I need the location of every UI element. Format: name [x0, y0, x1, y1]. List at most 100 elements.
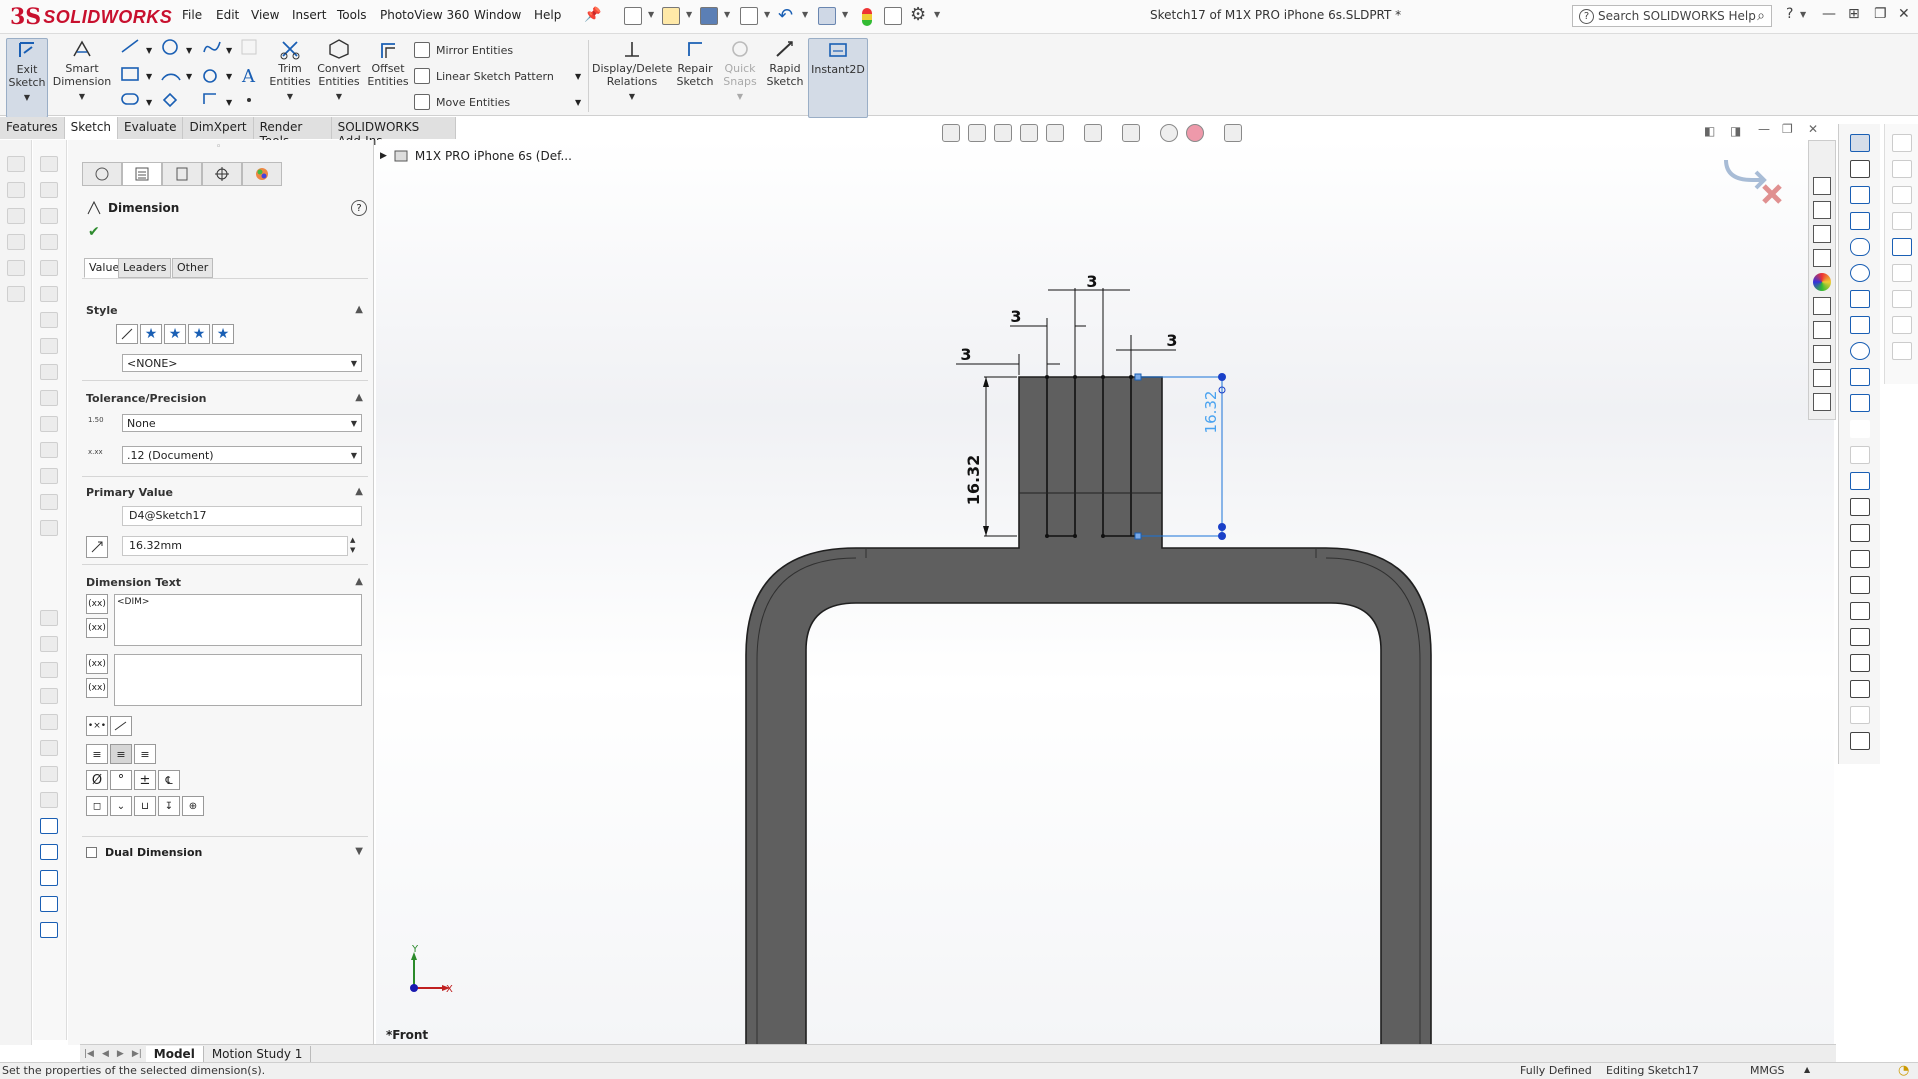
units-dropdown-arrow[interactable]: ▲ [1804, 1065, 1810, 1074]
arc-tool-dropdown-arrow[interactable]: ▼ [186, 72, 192, 81]
dimxpert-manager-tab[interactable] [202, 162, 242, 186]
menu-file[interactable]: File [182, 8, 202, 22]
mirror-entities-button[interactable]: Mirror Entities [414, 42, 513, 58]
rectangle-small-icon[interactable] [1850, 212, 1870, 230]
subtab-leaders[interactable]: Leaders [118, 258, 172, 278]
tab-scroll-first-icon[interactable]: |◀ [80, 1049, 98, 1059]
design-library-icon[interactable] [1813, 225, 1831, 243]
sketch-fillet-icon[interactable] [40, 818, 58, 834]
quick-snaps-dropdown-arrow[interactable]: ▼ [718, 90, 762, 103]
search-help-field[interactable]: ? Search SOLIDWORKS Help ⌕ [1572, 5, 1772, 27]
circle-small-icon[interactable] [1850, 264, 1870, 282]
trim-dropdown-arrow[interactable]: ▼ [268, 90, 312, 103]
hole-icon[interactable] [40, 416, 58, 432]
pattern-dropdown-arrow[interactable]: ▼ [575, 72, 581, 81]
help-dropdown-arrow[interactable]: ▼ [1800, 10, 1806, 19]
offset-small-icon[interactable] [1850, 550, 1870, 568]
text-above-icon[interactable]: (xx) [86, 654, 108, 674]
tolerance-type-select[interactable]: None ▼ [122, 414, 362, 432]
align-right-icon[interactable]: ≡ [134, 744, 156, 764]
open-dropdown-arrow[interactable]: ▼ [686, 10, 692, 19]
instant3d-icon[interactable] [40, 610, 58, 626]
linear-sketch-pattern-button[interactable]: Linear Sketch Pattern [414, 68, 554, 84]
boundary-icon[interactable] [7, 260, 25, 276]
open-folder-icon[interactable] [662, 7, 680, 25]
ref-geometry-icon[interactable] [40, 494, 58, 510]
cut-extrude-icon[interactable] [40, 156, 58, 172]
new-document-icon[interactable] [624, 7, 642, 25]
rebuild-traffic-light-icon[interactable] [862, 8, 872, 26]
instant2d-button[interactable]: Instant2D [808, 38, 868, 118]
sketch-icon[interactable] [1850, 134, 1870, 152]
solidworks-forum-icon[interactable] [1813, 321, 1831, 339]
print-dropdown-arrow[interactable]: ▼ [764, 10, 770, 19]
undo-icon[interactable]: ↶ [778, 5, 793, 26]
plus-minus-symbol-button[interactable]: ± [134, 770, 156, 790]
dimension-text-collapse-icon[interactable]: ▲ [355, 576, 363, 587]
wrap-icon[interactable] [40, 364, 58, 380]
far-right-tool-3[interactable] [1892, 186, 1912, 204]
feature-manager-tab[interactable] [82, 162, 122, 186]
spline-tool-dropdown-arrow[interactable]: ▼ [226, 46, 232, 55]
smart-dimension-dropdown-arrow[interactable]: ▼ [52, 90, 112, 103]
display-delete-relations-button[interactable]: Display/Delete Relations ▼ [592, 38, 672, 118]
home-icon[interactable] [1813, 177, 1831, 195]
tab-scroll-prev-icon[interactable]: ◀ [98, 1049, 113, 1059]
menu-window[interactable]: Window [474, 8, 521, 22]
primary-value-collapse-icon[interactable]: ▲ [355, 486, 363, 497]
dual-dimension-checkbox[interactable] [86, 847, 97, 858]
dual-dimension-expand-icon[interactable]: ▼ [355, 846, 363, 857]
dim-far-left[interactable]: 3 [960, 345, 971, 364]
viewport-restore-icon[interactable]: ❐ [1782, 122, 1793, 136]
sketch-text-icon[interactable] [40, 896, 58, 912]
dimension-value-field[interactable]: 16.32mm [122, 536, 348, 556]
plane-icon[interactable] [40, 714, 58, 730]
ellipse-small-icon[interactable] [1850, 342, 1870, 360]
add-style-icon[interactable]: ★ [140, 324, 162, 344]
ellipse-tool-dropdown-arrow[interactable]: ▼ [226, 72, 232, 81]
diameter-symbol-button[interactable]: Ø [86, 770, 108, 790]
curves-icon[interactable] [40, 520, 58, 536]
notification-icon[interactable]: ◔ [1898, 1063, 1909, 1078]
tab-sketch[interactable]: Sketch [64, 117, 119, 139]
repair-sketch-button[interactable]: Repair Sketch [674, 38, 716, 118]
countersink-symbol-button[interactable]: ⌄ [110, 796, 132, 816]
unit-precision-select[interactable]: .12 (Document) ▼ [122, 446, 362, 464]
file-properties-icon[interactable] [884, 7, 902, 25]
tolerance-collapse-icon[interactable]: ▲ [355, 392, 363, 403]
print-icon[interactable] [740, 7, 758, 25]
menu-view[interactable]: View [251, 8, 279, 22]
value-spinner[interactable]: ▲ ▼ [350, 535, 355, 555]
dim-right[interactable]: 3 [1166, 331, 1177, 350]
convert-small-icon[interactable] [1850, 524, 1870, 542]
viewport-layout-icon-2[interactable]: ◨ [1730, 124, 1741, 138]
minimize-window-button[interactable]: — [1822, 6, 1836, 22]
save-icon[interactable] [700, 7, 718, 25]
save-dropdown-arrow[interactable]: ▼ [724, 10, 730, 19]
panel-grip[interactable]: ◦ [216, 142, 221, 152]
resources-icon[interactable] [1813, 201, 1831, 219]
far-right-tool-9[interactable] [1892, 342, 1912, 360]
viewport-close-icon[interactable]: ✕ [1808, 122, 1818, 136]
far-right-tool-8[interactable] [1892, 316, 1912, 334]
rapid-sketch-small-icon[interactable] [1850, 732, 1870, 750]
polygon-small-icon[interactable] [1850, 394, 1870, 412]
slot-small-icon[interactable] [1850, 238, 1870, 256]
far-right-tool-7[interactable] [1892, 290, 1912, 308]
custom-properties-icon[interactable] [1813, 297, 1831, 315]
ok-checkmark-icon[interactable]: ✔ [88, 224, 100, 240]
mirror-small-icon[interactable] [1850, 576, 1870, 594]
dim-left[interactable]: 3 [1010, 307, 1021, 326]
far-right-tool-1[interactable] [1892, 134, 1912, 152]
options-dropdown-arrow[interactable]: ▼ [934, 10, 940, 19]
quick-snaps-small-icon[interactable] [1850, 706, 1870, 724]
tab-scroll-last-icon[interactable]: ▶| [128, 1049, 146, 1059]
dimension-icon[interactable] [40, 636, 58, 652]
property-manager-tab[interactable] [122, 162, 162, 186]
sketch-chamfer-icon[interactable] [40, 844, 58, 860]
cut-loft-icon[interactable] [40, 234, 58, 250]
repair-small-icon[interactable] [1850, 680, 1870, 698]
display-manager-tab[interactable] [242, 162, 282, 186]
slot-tool-dropdown-arrow[interactable]: ▼ [146, 98, 152, 107]
style-select[interactable]: <NONE> ▼ [122, 354, 362, 372]
